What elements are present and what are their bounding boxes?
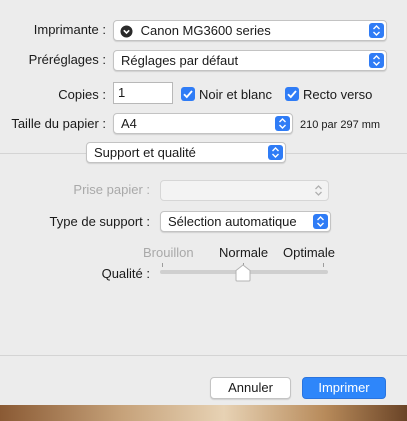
printer-popup[interactable]: Canon MG3600 series [113,20,387,41]
quality-level-draft: Brouillon [143,245,194,260]
paper-size-label: Taille du papier : [11,116,106,131]
paper-size-popup[interactable]: A4 [113,113,293,134]
checkmark-icon [287,90,297,99]
quality-slider-knob[interactable] [234,264,252,282]
presets-label: Préréglages : [28,52,106,67]
printer-value: Canon MG3600 series [140,23,271,38]
presets-value: Réglages par défaut [121,53,239,68]
slider-tick [323,263,324,267]
paper-size-value: A4 [121,116,137,131]
printer-label: Imprimante : [33,22,106,37]
printer-status-icon [120,24,133,40]
presets-popup[interactable]: Réglages par défaut [113,50,387,71]
divider [0,355,407,356]
media-type-popup[interactable]: Sélection automatique [160,211,331,232]
black-white-checkbox[interactable] [181,87,195,101]
cancel-button[interactable]: Annuler [210,377,291,399]
checkmark-icon [183,90,193,99]
paper-feed-label: Prise papier : [73,182,150,197]
popup-stepper-icon [369,53,384,68]
quality-level-normal: Normale [219,245,269,260]
print-button[interactable]: Imprimer [302,377,386,399]
two-sided-checkbox[interactable] [285,87,299,101]
background-strip [0,405,407,421]
black-white-label: Noir et blanc [199,87,272,102]
media-type-label: Type de support : [49,214,150,229]
paper-feed-popup [160,180,329,201]
quality-label: Qualité : [101,266,150,281]
popup-stepper-icon [369,23,384,38]
popup-stepper-icon [275,116,290,131]
popup-stepper-icon [311,183,326,198]
popup-stepper-icon [313,214,328,229]
print-dialog: Imprimante : Canon MG3600 series Prérégl… [0,0,407,421]
two-sided-label: Recto verso [303,87,373,102]
copies-field[interactable]: 1 [113,82,173,104]
section-value: Support et qualité [94,145,196,160]
media-type-value: Sélection automatique [168,214,297,229]
section-popup[interactable]: Support et qualité [86,142,286,163]
copies-label: Copies : [58,87,106,102]
quality-level-best: Optimale [283,245,336,260]
slider-tick [162,263,163,267]
popup-stepper-icon [268,145,283,160]
paper-dimensions: 210 par 297 mm [300,119,381,131]
